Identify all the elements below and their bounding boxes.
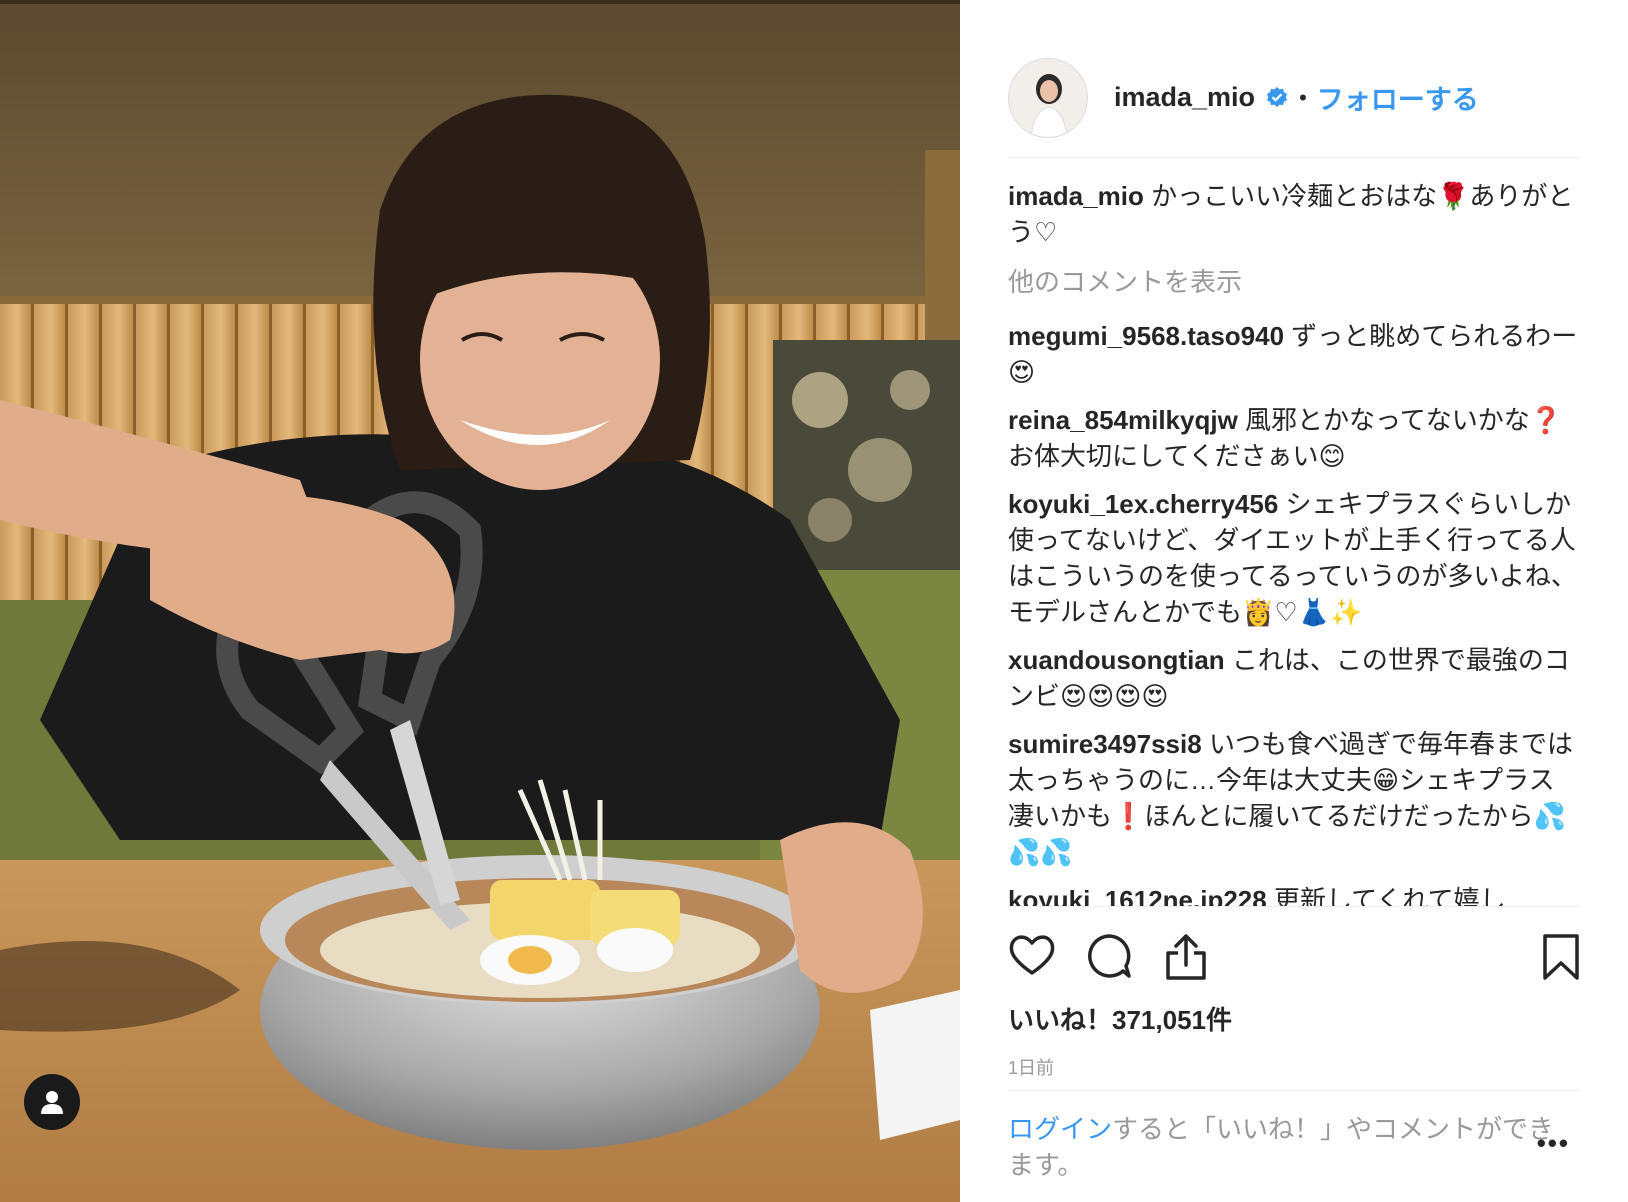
login-link[interactable]: ログイン [1008, 1114, 1112, 1144]
comment-icon[interactable] [1086, 933, 1132, 979]
comment-username[interactable]: sumire3497ssi8 [1008, 729, 1202, 759]
verified-icon [1267, 86, 1288, 107]
comment-username[interactable]: megumi_9568.taso940 [1008, 321, 1284, 351]
likes-count[interactable]: いいね！371,051件 [1008, 1000, 1232, 1037]
comment-item: koyuki_1ex.cherry456 シェキプラスぐらいしか使ってないけど、… [1008, 486, 1580, 630]
comment-username[interactable]: xuandousongtian [1008, 645, 1225, 675]
view-more-comments-button[interactable]: 他のコメントを表示 [1008, 264, 1580, 300]
comment-item: sumire3497ssi8 いつも食べ過ぎで毎年春までは太っちゃうのに…今年は… [1008, 726, 1580, 870]
caption-username[interactable]: imada_mio [1008, 181, 1144, 211]
comments-list[interactable]: imada_mio かっこいい冷麺とおはな🌹ありがとう♡ 他のコメントを表示 m… [1008, 178, 1580, 906]
header-separator: • [1299, 84, 1307, 110]
avatar[interactable] [1008, 57, 1088, 138]
comment-username[interactable]: reina_854milkyqjw [1008, 405, 1238, 435]
heart-icon[interactable] [1008, 933, 1056, 977]
post-photo[interactable] [0, 0, 960, 1202]
post-timestamp[interactable]: 1日前 [1008, 1054, 1054, 1080]
comment-item: reina_854milkyqjw 風邪とかなってないかな❓お体大切にしてくださ… [1008, 402, 1580, 474]
comment-text: 更新してくれて嬉し [1273, 885, 1506, 906]
bookmark-icon[interactable] [1542, 933, 1580, 981]
comment-item: xuandousongtian これは、この世界で最強のコンビ😍😍😍😍 [1008, 642, 1580, 714]
post-author-username[interactable]: imada_mio [1114, 82, 1255, 113]
avatar-image [1009, 58, 1087, 137]
action-bar [1008, 906, 1580, 986]
post-header: imada_mio • フォローする [1008, 38, 1580, 158]
post-sidebar: imada_mio • フォローする imada_mio かっこいい冷麺とおはな… [960, 0, 1628, 1202]
comment-username[interactable]: koyuki_1ex.cherry456 [1008, 489, 1278, 519]
login-prompt: ログインすると「いいね！」やコメントができます。 [1008, 1090, 1580, 1202]
comment-item: koyuki_1612ne.jp228 更新してくれて嬉し [1008, 882, 1580, 906]
comment-username[interactable]: koyuki_1612ne.jp228 [1008, 885, 1267, 906]
share-icon[interactable] [1164, 933, 1208, 981]
user-tag-icon [41, 1091, 63, 1114]
more-options-button[interactable]: ••• [1537, 1128, 1570, 1159]
caption: imada_mio かっこいい冷麺とおはな🌹ありがとう♡ [1008, 178, 1580, 250]
post-photo-image [0, 0, 960, 1202]
comment-item: megumi_9568.taso940 ずっと眺めてられるわー😍 [1008, 318, 1580, 390]
follow-button[interactable]: フォローする [1317, 78, 1479, 117]
user-tag-button[interactable] [24, 1074, 80, 1130]
